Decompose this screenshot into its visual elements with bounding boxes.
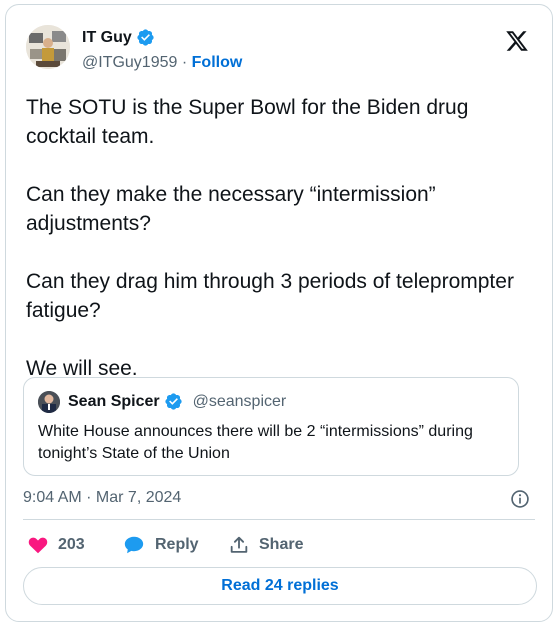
tweet-paragraph: Can they make the necessary “intermissio…: [26, 183, 436, 235]
tweet-paragraph: The SOTU is the Super Bowl for the Biden…: [26, 96, 469, 148]
author-avatar[interactable]: [26, 25, 70, 69]
read-replies-label: Read 24 replies: [221, 577, 339, 594]
quote-author: Sean Spicer @seanspicer: [68, 392, 286, 411]
x-logo-icon[interactable]: [504, 29, 530, 53]
divider: [23, 519, 535, 520]
separator-dot: ·: [181, 54, 188, 71]
quote-author-handle: @seanspicer: [192, 392, 287, 410]
quote-text: White House announces there will be 2 “i…: [38, 423, 473, 462]
reply-label: Reply: [155, 536, 199, 553]
verified-badge-icon: [164, 393, 182, 410]
quote-avatar: [38, 391, 60, 413]
reply-button[interactable]: Reply: [122, 534, 199, 556]
quote-author-name: Sean Spicer: [68, 392, 160, 410]
tweet-text: The SOTU is the Super Bowl for the Biden…: [26, 93, 536, 383]
tweet-paragraph: Can they drag him through 3 periods of t…: [26, 270, 514, 322]
heart-icon: [28, 537, 48, 554]
like-count: 203: [58, 536, 85, 553]
quoted-tweet[interactable]: Sean Spicer @seanspicer White House anno…: [23, 377, 519, 476]
author-handle[interactable]: @ITGuy1959: [82, 54, 177, 71]
info-icon[interactable]: [510, 489, 530, 509]
tweet-timestamp[interactable]: 9:04 AM · Mar 7, 2024: [23, 489, 181, 507]
read-replies-button[interactable]: Read 24 replies: [23, 567, 537, 605]
verified-badge-icon: [137, 29, 154, 46]
reply-bubble-icon: [124, 536, 144, 554]
share-button[interactable]: Share: [228, 534, 303, 556]
follow-button[interactable]: Follow: [192, 54, 243, 71]
author-name[interactable]: IT Guy: [82, 28, 155, 47]
author-subline: @ITGuy1959 · Follow: [82, 54, 242, 72]
share-upload-icon: [230, 536, 248, 553]
author-name-text[interactable]: IT Guy: [82, 29, 132, 47]
like-button[interactable]: 203: [27, 534, 85, 556]
tweet-card: IT Guy @ITGuy1959 · Follow The SOTU is t…: [5, 4, 553, 622]
share-label: Share: [259, 536, 304, 553]
